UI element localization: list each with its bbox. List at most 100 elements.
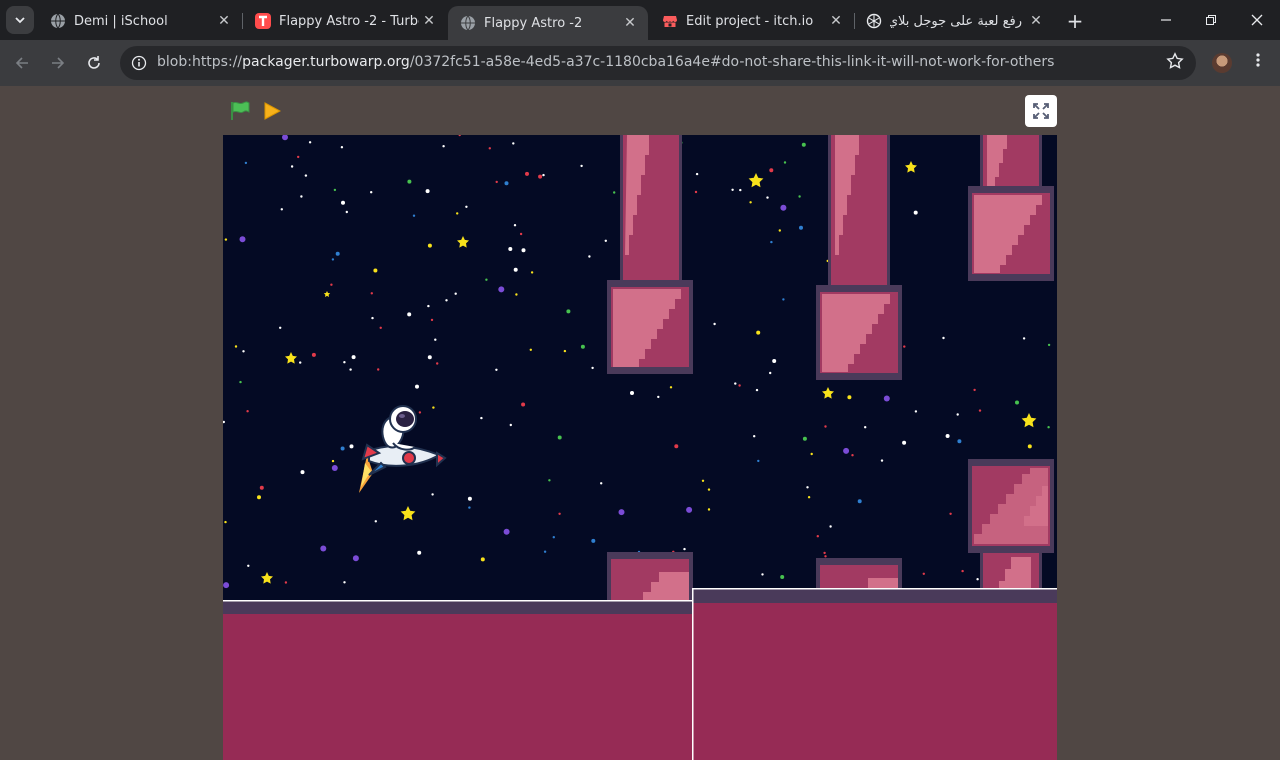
star-dot [407, 312, 412, 317]
star-dot [530, 271, 534, 274]
star-dot [823, 551, 826, 555]
star-dot [799, 225, 803, 230]
star-dot [299, 361, 302, 364]
minimize-button[interactable] [1151, 8, 1181, 32]
tab-search-button[interactable] [6, 6, 34, 34]
tab-flappy-astro-active[interactable]: Flappy Astro -2 ✕ [448, 6, 648, 40]
url-prefix: blob:https:// [157, 54, 243, 70]
star-dot [340, 446, 345, 451]
fullscreen-button[interactable] [1025, 95, 1057, 127]
back-button[interactable] [9, 50, 35, 76]
site-info-icon[interactable] [128, 52, 150, 74]
star-dot [1015, 400, 1019, 405]
pipe-top-3 [968, 135, 1054, 281]
star-dot [738, 384, 741, 387]
close-icon[interactable]: ✕ [620, 13, 640, 33]
star-dot [847, 395, 852, 400]
star-dot [244, 161, 248, 165]
star-dot [604, 239, 607, 242]
window-close-button[interactable] [1242, 8, 1272, 32]
star-dot [454, 292, 457, 295]
star-dot [580, 344, 585, 349]
star-dot [331, 459, 335, 463]
star-dot [333, 188, 337, 192]
star-dot [942, 336, 945, 340]
play-icon[interactable] [263, 102, 282, 124]
chatgpt-icon [866, 13, 882, 29]
star-dot [922, 572, 925, 575]
star-dot [503, 528, 510, 535]
star-dot [557, 435, 562, 440]
close-icon [1251, 14, 1263, 26]
game-stage[interactable] [223, 135, 1057, 760]
star-dot [445, 299, 448, 302]
forward-button[interactable] [45, 50, 71, 76]
star-dot [588, 255, 591, 258]
star-dot [669, 386, 673, 389]
green-flag-icon[interactable] [229, 100, 251, 126]
star-dot [707, 508, 711, 511]
bookmark-star-icon[interactable] [1166, 52, 1184, 75]
star-dot [780, 204, 787, 211]
star-dot [335, 251, 340, 256]
tab-title: Edit project - itch.io [686, 13, 814, 29]
star-dot [513, 224, 517, 227]
star-dot [515, 293, 518, 296]
tab-chatgpt[interactable]: رفع لعبة على جوجل بلاي ✕ [854, 6, 1054, 36]
game-canvas[interactable] [223, 135, 1057, 760]
pipe-top-2 [816, 135, 902, 380]
star-dot [379, 326, 382, 329]
tab-itchio[interactable]: Edit project - itch.io ✕ [650, 6, 854, 36]
star-dot [978, 409, 982, 412]
star-dot [417, 550, 422, 555]
star-dot [1027, 444, 1032, 449]
star-dot [542, 173, 545, 177]
browser-menu-button[interactable] [1250, 52, 1266, 72]
close-icon[interactable]: ✕ [419, 11, 439, 31]
star-dot [349, 444, 354, 449]
star-dot [495, 180, 498, 184]
fullscreen-icon [1033, 103, 1049, 119]
star-dot [829, 525, 832, 528]
star-dot [902, 440, 907, 445]
close-icon[interactable]: ✕ [1026, 11, 1046, 31]
star-dot [343, 581, 346, 584]
reload-button[interactable] [81, 50, 107, 76]
star-dot [246, 410, 249, 413]
star-dot [331, 258, 335, 261]
url-text[interactable]: blob:https://packager.turbowarp.org/0372… [157, 54, 1054, 70]
star-dot [903, 345, 906, 348]
address-bar[interactable]: blob:https://packager.turbowarp.org/0372… [120, 46, 1196, 80]
star-dot [761, 573, 764, 576]
star-dot [521, 248, 526, 253]
reload-icon [88, 56, 100, 69]
chevron-down-icon [15, 17, 25, 24]
star-dot [434, 338, 437, 341]
star-dot [340, 146, 344, 149]
star-dot [300, 470, 305, 475]
star-dot [782, 298, 785, 301]
tab-demi[interactable]: Demi | iSchool ✕ [38, 6, 242, 36]
close-icon[interactable]: ✕ [214, 11, 234, 31]
star-dot [552, 536, 555, 539]
star-dot [801, 142, 806, 147]
star-dot [807, 496, 811, 499]
star-dot [973, 388, 976, 392]
tab-turbowarp[interactable]: Flappy Astro -2 - TurboW ✕ [243, 6, 447, 36]
profile-avatar[interactable] [1212, 53, 1232, 73]
restore-button[interactable] [1196, 8, 1226, 32]
star-dot [780, 575, 785, 579]
star-dot [949, 512, 952, 515]
star-dot [257, 495, 261, 500]
star-dot [883, 395, 890, 402]
star-dot [343, 361, 346, 364]
ground-right [692, 588, 1057, 760]
star-dot [239, 380, 242, 384]
new-tab-button[interactable]: + [1064, 9, 1086, 33]
tab-title: Flappy Astro -2 - TurboW [279, 13, 419, 29]
star-dot [430, 318, 434, 322]
star-dot [377, 368, 380, 371]
close-icon[interactable]: ✕ [826, 11, 846, 31]
star-dot [485, 278, 488, 281]
star-dot [1047, 426, 1050, 429]
